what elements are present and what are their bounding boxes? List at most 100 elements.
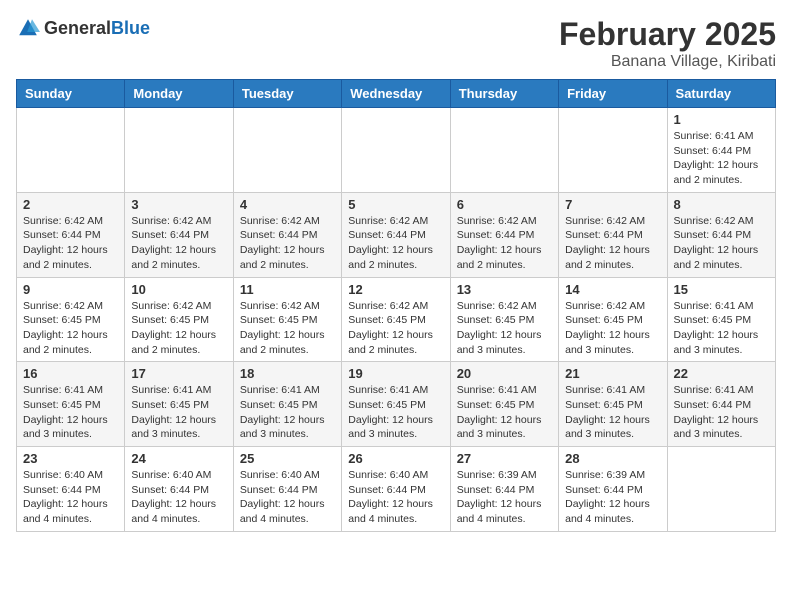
calendar-cell: 24 Sunrise: 6:40 AM Sunset: 6:44 PM Dayli… [125,447,233,532]
day-info: Sunrise: 6:41 AM Sunset: 6:44 PM Dayligh… [674,383,769,442]
day-number: 26 [348,451,443,466]
day-number: 4 [240,197,335,212]
calendar-cell: 28 Sunrise: 6:39 AM Sunset: 6:44 PM Dayli… [559,447,667,532]
calendar-cell: 23 Sunrise: 6:40 AM Sunset: 6:44 PM Dayli… [17,447,125,532]
day-number: 3 [131,197,226,212]
calendar-cell: 7 Sunrise: 6:42 AM Sunset: 6:44 PM Daylig… [559,192,667,277]
day-number: 28 [565,451,660,466]
calendar-cell [450,108,558,193]
weekday-header-monday: Monday [125,80,233,108]
day-number: 15 [674,282,769,297]
weekday-header-thursday: Thursday [450,80,558,108]
calendar-subtitle: Banana Village, Kiribati [559,53,776,71]
calendar-cell: 16Sunrise: 6:41 AM Sunset: 6:45 PM Dayli… [17,362,125,447]
calendar-cell [17,108,125,193]
logo-blue: Blue [111,18,150,38]
day-info: Sunrise: 6:41 AM Sunset: 6:45 PM Dayligh… [457,383,552,442]
calendar-cell: 27 Sunrise: 6:39 AM Sunset: 6:44 PM Dayli… [450,447,558,532]
day-number: 7 [565,197,660,212]
day-info: Sunrise: 6:39 AM Sunset: 6:44 PM Dayligh… [457,468,552,527]
logo: GeneralBlue [16,16,150,40]
day-info: Sunrise: 6:42 AM Sunset: 6:44 PM Dayligh… [131,214,226,273]
day-info: Sunrise: 6:42 AM Sunset: 6:44 PM Dayligh… [457,214,552,273]
weekday-header-sunday: Sunday [17,80,125,108]
day-info: Sunrise: 6:42 AM Sunset: 6:44 PM Dayligh… [23,214,118,273]
page-header: GeneralBlue February 2025 Banana Village… [16,16,776,71]
calendar-cell: 18 Sunrise: 6:41 AM Sunset: 6:45 PM Dayli… [233,362,341,447]
calendar-cell: 5 Sunrise: 6:42 AM Sunset: 6:44 PM Daylig… [342,192,450,277]
calendar-cell: 9 Sunrise: 6:42 AM Sunset: 6:45 PM Daylig… [17,277,125,362]
calendar-cell: 12 Sunrise: 6:42 AM Sunset: 6:45 PM Dayli… [342,277,450,362]
day-number: 2 [23,197,118,212]
day-number: 6 [457,197,552,212]
day-info: Sunrise: 6:41 AM Sunset: 6:45 PM Dayligh… [565,383,660,442]
day-info: Sunrise: 6:42 AM Sunset: 6:44 PM Dayligh… [565,214,660,273]
day-info: Sunrise: 6:40 AM Sunset: 6:44 PM Dayligh… [131,468,226,527]
day-info: Sunrise: 6:40 AM Sunset: 6:44 PM Dayligh… [240,468,335,527]
calendar-cell: 10 Sunrise: 6:42 AM Sunset: 6:45 PM Dayli… [125,277,233,362]
calendar-cell [125,108,233,193]
day-info: Sunrise: 6:39 AM Sunset: 6:44 PM Dayligh… [565,468,660,527]
calendar-cell: 1Sunrise: 6:41 AM Sunset: 6:44 PM Daylig… [667,108,775,193]
day-number: 21 [565,366,660,381]
day-number: 27 [457,451,552,466]
day-number: 25 [240,451,335,466]
calendar-title: February 2025 [559,16,776,53]
day-number: 8 [674,197,769,212]
day-number: 23 [23,451,118,466]
day-info: Sunrise: 6:41 AM Sunset: 6:45 PM Dayligh… [23,383,118,442]
logo-icon [16,16,40,40]
calendar-cell: 25 Sunrise: 6:40 AM Sunset: 6:44 PM Dayli… [233,447,341,532]
calendar-cell: 22 Sunrise: 6:41 AM Sunset: 6:44 PM Dayli… [667,362,775,447]
calendar-week-4: 16Sunrise: 6:41 AM Sunset: 6:45 PM Dayli… [17,362,776,447]
calendar-week-2: 2 Sunrise: 6:42 AM Sunset: 6:44 PM Daylig… [17,192,776,277]
calendar-cell: 4 Sunrise: 6:42 AM Sunset: 6:44 PM Daylig… [233,192,341,277]
weekday-header-wednesday: Wednesday [342,80,450,108]
day-info: Sunrise: 6:42 AM Sunset: 6:44 PM Dayligh… [240,214,335,273]
weekday-header-friday: Friday [559,80,667,108]
day-info: Sunrise: 6:42 AM Sunset: 6:45 PM Dayligh… [23,299,118,358]
calendar-cell: 13 Sunrise: 6:42 AM Sunset: 6:45 PM Dayli… [450,277,558,362]
calendar-table: SundayMondayTuesdayWednesdayThursdayFrid… [16,79,776,532]
day-number: 5 [348,197,443,212]
calendar-cell: 6 Sunrise: 6:42 AM Sunset: 6:44 PM Daylig… [450,192,558,277]
day-number: 10 [131,282,226,297]
calendar-week-5: 23 Sunrise: 6:40 AM Sunset: 6:44 PM Dayli… [17,447,776,532]
day-number: 24 [131,451,226,466]
day-number: 17 [131,366,226,381]
day-info: Sunrise: 6:42 AM Sunset: 6:45 PM Dayligh… [565,299,660,358]
calendar-week-3: 9 Sunrise: 6:42 AM Sunset: 6:45 PM Daylig… [17,277,776,362]
calendar-cell [559,108,667,193]
day-number: 12 [348,282,443,297]
calendar-cell: 3 Sunrise: 6:42 AM Sunset: 6:44 PM Daylig… [125,192,233,277]
calendar-cell: 26Sunrise: 6:40 AM Sunset: 6:44 PM Dayli… [342,447,450,532]
day-info: Sunrise: 6:42 AM Sunset: 6:44 PM Dayligh… [674,214,769,273]
weekday-header-tuesday: Tuesday [233,80,341,108]
calendar-cell: 11Sunrise: 6:42 AM Sunset: 6:45 PM Dayli… [233,277,341,362]
day-info: Sunrise: 6:40 AM Sunset: 6:44 PM Dayligh… [23,468,118,527]
logo-general: General [44,18,111,38]
calendar-cell: 17Sunrise: 6:41 AM Sunset: 6:45 PM Dayli… [125,362,233,447]
day-number: 9 [23,282,118,297]
calendar-cell: 2 Sunrise: 6:42 AM Sunset: 6:44 PM Daylig… [17,192,125,277]
day-info: Sunrise: 6:41 AM Sunset: 6:45 PM Dayligh… [348,383,443,442]
day-number: 19 [348,366,443,381]
day-number: 13 [457,282,552,297]
day-number: 20 [457,366,552,381]
day-info: Sunrise: 6:41 AM Sunset: 6:45 PM Dayligh… [240,383,335,442]
calendar-cell [667,447,775,532]
day-info: Sunrise: 6:42 AM Sunset: 6:45 PM Dayligh… [348,299,443,358]
weekday-header-saturday: Saturday [667,80,775,108]
day-info: Sunrise: 6:42 AM Sunset: 6:45 PM Dayligh… [240,299,335,358]
day-number: 22 [674,366,769,381]
day-number: 18 [240,366,335,381]
day-info: Sunrise: 6:41 AM Sunset: 6:45 PM Dayligh… [674,299,769,358]
calendar-cell: 8 Sunrise: 6:42 AM Sunset: 6:44 PM Daylig… [667,192,775,277]
calendar-cell [342,108,450,193]
calendar-cell [233,108,341,193]
day-info: Sunrise: 6:42 AM Sunset: 6:44 PM Dayligh… [348,214,443,273]
calendar-cell: 14Sunrise: 6:42 AM Sunset: 6:45 PM Dayli… [559,277,667,362]
day-info: Sunrise: 6:42 AM Sunset: 6:45 PM Dayligh… [457,299,552,358]
day-number: 1 [674,112,769,127]
day-info: Sunrise: 6:42 AM Sunset: 6:45 PM Dayligh… [131,299,226,358]
